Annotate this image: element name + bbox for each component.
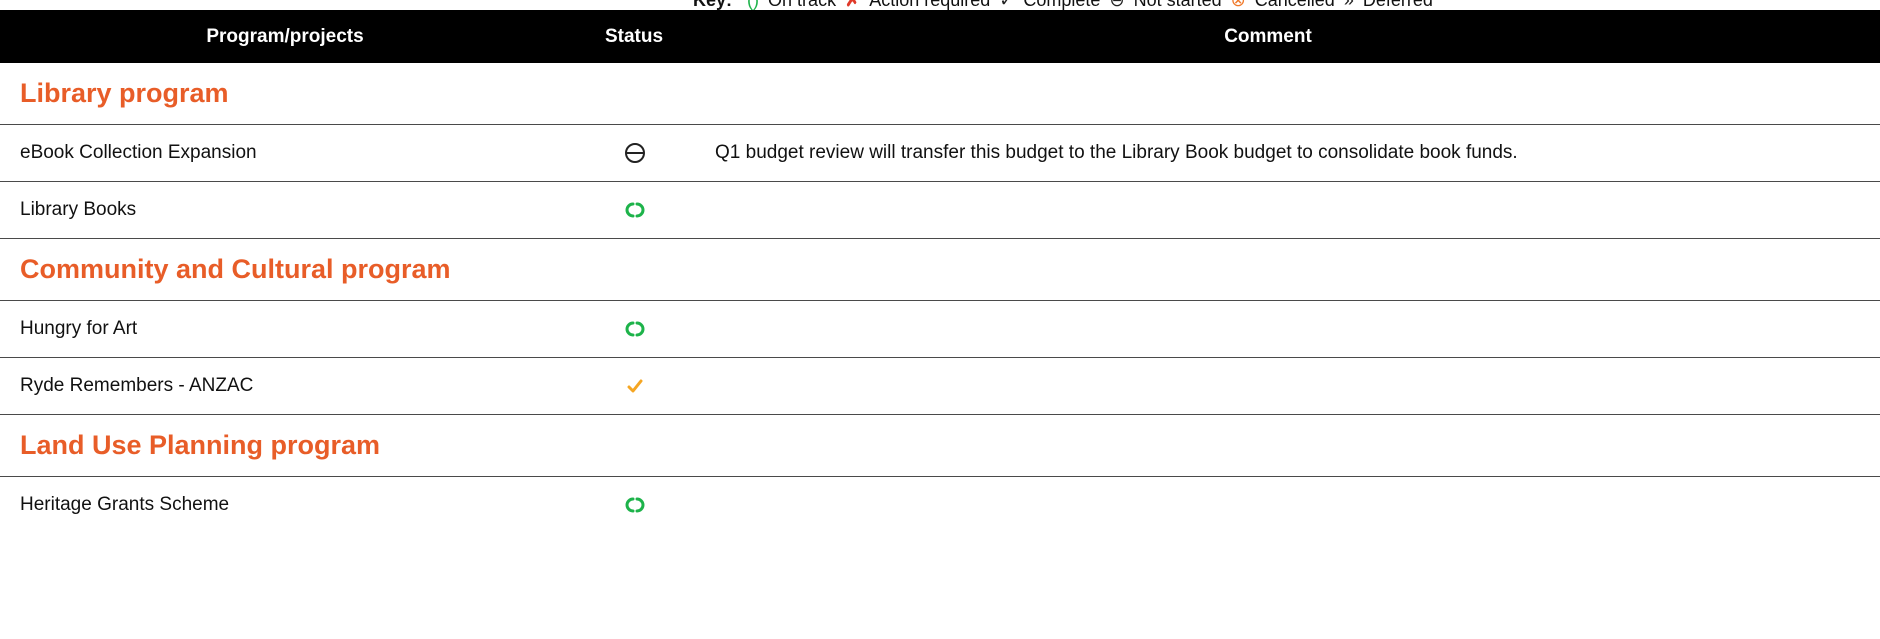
not-started-icon xyxy=(625,143,645,163)
column-header-comment: Comment xyxy=(1224,26,1312,47)
project-name: eBook Collection Expansion xyxy=(20,142,257,163)
section-row: Community and Cultural program xyxy=(0,239,1880,301)
key-cancelled-text: Cancelled xyxy=(1254,0,1335,10)
status-cell xyxy=(610,477,660,533)
project-name: Hungry for Art xyxy=(20,318,138,339)
status-cell xyxy=(610,358,660,414)
key-on-track-text: On track xyxy=(768,0,837,10)
status-cell xyxy=(610,125,660,181)
section-title-land-use: Land Use Planning program xyxy=(20,430,381,460)
on-track-icon xyxy=(625,321,645,337)
complete-icon: ✓ xyxy=(999,0,1015,10)
column-header-status: Status xyxy=(604,26,664,47)
project-name: Ryde Remembers - ANZAC xyxy=(20,375,254,396)
table-row: Heritage Grants Scheme xyxy=(0,477,1880,534)
key-label: Key: xyxy=(693,0,733,10)
section-title-community: Community and Cultural program xyxy=(20,254,451,284)
section-row: Land Use Planning program xyxy=(0,415,1880,477)
deferred-icon: » xyxy=(1343,0,1354,10)
action-required-icon: ✗ xyxy=(845,0,861,10)
status-cell xyxy=(610,182,660,238)
key-not-started-text: Not started xyxy=(1133,0,1222,10)
section-title-library: Library program xyxy=(20,78,229,108)
column-header-program: Program/projects xyxy=(206,26,364,47)
key-action-required-text: Action required xyxy=(869,0,991,10)
status-cell xyxy=(610,301,660,357)
table-row: Hungry for Art xyxy=(0,301,1880,358)
status-key: Key: () On track ✗ Action required ✓ Com… xyxy=(693,0,1433,10)
on-track-icon: () xyxy=(747,0,760,10)
not-started-icon: ⊖ xyxy=(1109,0,1125,10)
cancelled-icon: ⊗ xyxy=(1230,0,1246,10)
table-row: Ryde Remembers - ANZAC xyxy=(0,358,1880,415)
key-complete-text: Complete xyxy=(1023,0,1101,10)
key-deferred-text: Deferred xyxy=(1362,0,1433,10)
table-header: Program/projects Status Comment xyxy=(0,10,1880,63)
status-table: Program/projects Status Comment Library … xyxy=(0,10,1880,534)
complete-icon xyxy=(627,379,643,393)
table-row: eBook Collection Expansion Q1 budget rev… xyxy=(0,125,1880,182)
project-name: Heritage Grants Scheme xyxy=(20,494,230,515)
on-track-icon xyxy=(625,497,645,513)
project-name: Library Books xyxy=(20,199,137,220)
section-row: Library program xyxy=(0,63,1880,125)
table-row: Library Books xyxy=(0,182,1880,239)
on-track-icon xyxy=(625,202,645,218)
comment-text: Q1 budget review will transfer this budg… xyxy=(715,142,1518,163)
